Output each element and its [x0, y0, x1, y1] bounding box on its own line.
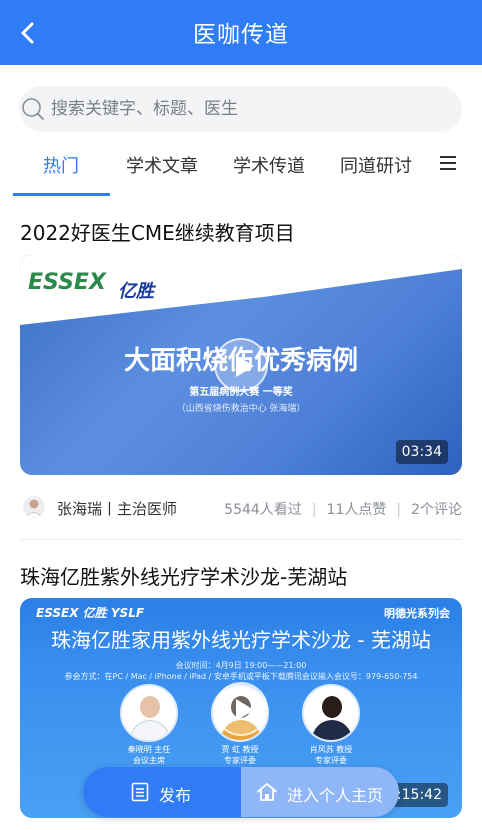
- active-tab-indicator: [13, 193, 110, 196]
- divider: [20, 539, 462, 540]
- tab-discussion[interactable]: 同道研讨: [340, 152, 412, 178]
- view-count: 5544人看过: [224, 502, 302, 518]
- card-meta: 张海瑞丨主治医师 5544人看过 | 11人点赞 | 2个评论: [20, 494, 462, 522]
- personal-home-label: 进入个人主页: [287, 786, 384, 805]
- play-icon[interactable]: [214, 338, 268, 392]
- speaker-photo: [120, 684, 178, 742]
- avatar[interactable]: [23, 496, 45, 518]
- search-input[interactable]: [51, 86, 451, 132]
- tab-hot[interactable]: 热门: [43, 152, 79, 178]
- tab-articles[interactable]: 学术文章: [126, 152, 198, 178]
- series-label: 明德光系列会: [384, 607, 450, 620]
- search-bar[interactable]: [19, 86, 462, 132]
- thumbnail-caption: （山西省烧伤救治中心 张海瑞）: [176, 404, 306, 414]
- speaker-photo: [302, 684, 360, 742]
- comment-count: 2个评论: [411, 502, 462, 518]
- brand-logo-cn: 亿胜: [118, 281, 154, 302]
- bottom-action-bar: 发布 进入个人主页: [83, 767, 399, 817]
- speaker-body: [312, 720, 352, 740]
- card-title[interactable]: 2022好医生CME继续教育项目: [20, 217, 295, 246]
- category-tabs: 热门 学术文章 学术传道 同道研讨: [0, 140, 482, 196]
- publish-label: 发布: [159, 786, 192, 805]
- like-count: 11人点赞: [326, 502, 387, 518]
- card-title[interactable]: 珠海亿胜紫外线光疗学术沙龙-芜湖站: [20, 561, 347, 590]
- document-icon: [131, 782, 149, 802]
- app-header: 医咖传道: [0, 0, 482, 65]
- personal-home-button[interactable]: 进入个人主页: [241, 767, 399, 817]
- video-thumbnail[interactable]: ESSEX 亿胜 大面积烧伤优秀病例 第五届病例大赛 一等奖 （山西省烧伤救治中…: [20, 255, 462, 475]
- meeting-time: 会议时间：4月9日 19:00——21:00: [175, 661, 307, 670]
- menu-icon[interactable]: [440, 156, 456, 170]
- brand-logo: ESSEX: [28, 270, 106, 295]
- card-stats: 5544人看过 | 11人点赞 | 2个评论: [224, 502, 462, 518]
- publish-button[interactable]: 发布: [83, 767, 241, 817]
- speaker-body: [130, 720, 170, 740]
- search-icon: [21, 97, 45, 121]
- speaker-caption: 肖风苏 教授 专家评委: [309, 745, 353, 765]
- video-duration: 03:34: [395, 440, 448, 464]
- speaker-head: [322, 696, 342, 718]
- thumbnail-headline: 珠海亿胜家用紫外线光疗学术沙龙 - 芜湖站: [51, 628, 431, 652]
- meeting-method: 参会方式：在PC / Mac / iPhone / iPad / 安卓手机或平板…: [64, 672, 418, 681]
- play-icon[interactable]: [214, 682, 268, 736]
- page-title: 医咖传道: [193, 22, 289, 48]
- brand-logos: ESSEX 亿胜 YSLF: [36, 606, 145, 620]
- author-name[interactable]: 张海瑞丨主治医师: [57, 498, 177, 519]
- tab-academic[interactable]: 学术传道: [233, 152, 305, 178]
- speaker-head: [140, 696, 160, 718]
- speaker-caption: 贾 虹 教授 专家评委: [221, 745, 259, 765]
- meeting-info: 会议时间：4月9日 19:00——21:00 参会方式：在PC / Mac / …: [20, 660, 462, 682]
- home-icon: [257, 783, 277, 801]
- speaker-caption: 秦晓明 主任 会议主席: [127, 745, 171, 765]
